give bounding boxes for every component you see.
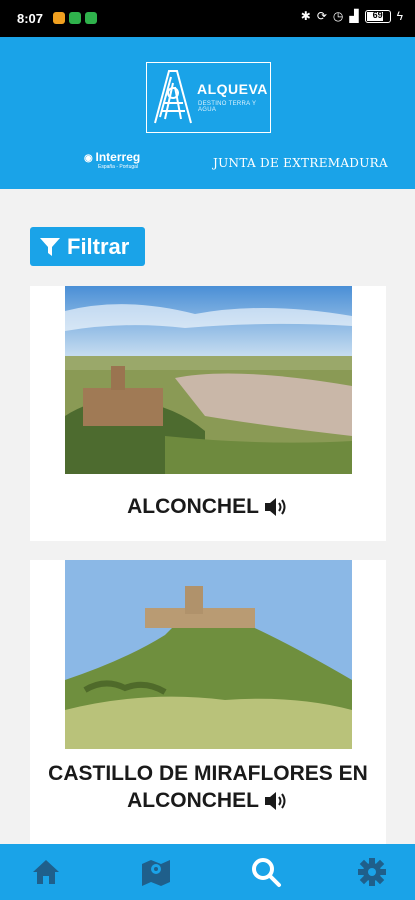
filter-button[interactable]: Filtrar (30, 227, 145, 266)
notification-icon (69, 12, 81, 24)
bottom-navigation (0, 844, 415, 900)
settings-icon[interactable] (356, 856, 388, 888)
place-card-castillo-miraflores[interactable]: CASTILLO DE MIRAFLORES EN ALCONCHEL (30, 560, 386, 850)
app-header: ALQUEVA DESTINO TERRA Y AGUA ◉ Interreg … (0, 37, 415, 189)
status-bar: 8:07 ✱ ⟳ ◷ ▟ 69 ϟ (0, 0, 415, 37)
search-icon[interactable] (250, 856, 282, 888)
speaker-icon[interactable] (263, 790, 289, 812)
filter-icon (40, 237, 60, 256)
place-title[interactable]: CASTILLO DE MIRAFLORES EN ALCONCHEL (30, 760, 386, 814)
alqueva-a-icon (154, 70, 192, 124)
alarm-icon: ◷ (332, 9, 344, 23)
alqueva-logo: ALQUEVA DESTINO TERRA Y AGUA (146, 62, 271, 133)
notification-icon (85, 12, 97, 24)
filter-label: Filtrar (67, 233, 130, 259)
place-image (65, 286, 352, 474)
place-card-alconchel[interactable]: ALCONCHEL (30, 286, 386, 541)
interreg-logo: ◉ Interreg (84, 150, 141, 164)
sync-icon: ⟳ (316, 9, 327, 23)
notification-icons (53, 12, 97, 24)
status-icons: ✱ ⟳ ◷ ▟ 69 ϟ (301, 9, 403, 23)
place-image (65, 560, 352, 749)
map-icon[interactable] (140, 856, 172, 888)
place-title[interactable]: ALCONCHEL (30, 493, 386, 520)
notification-icon (53, 12, 65, 24)
speaker-icon[interactable] (263, 496, 289, 518)
bluetooth-icon: ✱ (300, 9, 311, 23)
logo-title: ALQUEVA (197, 81, 268, 97)
charging-icon: ϟ (396, 9, 403, 23)
logo-subtitle: DESTINO TERRA Y AGUA (198, 101, 257, 113)
signal-icon: ▟ (349, 9, 359, 23)
status-time: 8:07 (17, 11, 44, 26)
content-area[interactable]: Filtrar ALCONCHEL CASTILLO DE MIRAFLORES… (0, 189, 415, 850)
home-icon[interactable] (30, 856, 62, 888)
battery-icon: 69 (364, 9, 391, 23)
interreg-subtitle: España - Portugal (98, 164, 139, 170)
junta-logo: JUNTA DE EXTREMADURA (213, 156, 388, 170)
